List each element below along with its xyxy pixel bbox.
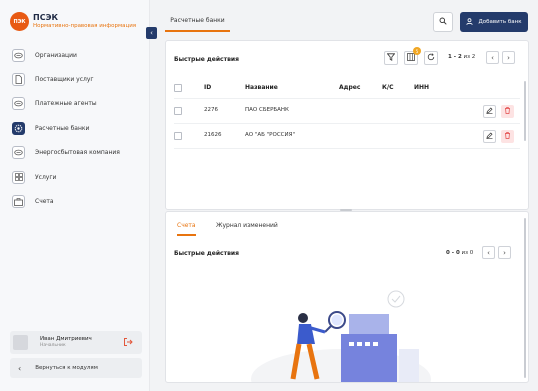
pagination-total: из 2 [463, 54, 476, 60]
avatar [13, 335, 28, 350]
chevron-left-icon: ‹ [18, 363, 22, 373]
pencil-icon [486, 132, 493, 141]
search-button[interactable] [433, 12, 453, 32]
grid-icon [12, 170, 25, 184]
sidebar-item-accounts[interactable]: Счета [10, 189, 142, 213]
row-checkbox[interactable] [174, 107, 182, 115]
edit-button[interactable] [483, 105, 496, 118]
prev-page-button[interactable]: ‹ [482, 246, 495, 259]
sidebar-item-label: Организации [35, 51, 77, 59]
back-to-modules-button[interactable]: ‹ Вернуться к модулям [10, 358, 142, 378]
next-page-button[interactable]: › [502, 51, 515, 64]
sidebar-item-label: Расчетные банки [35, 124, 90, 132]
sidebar-item-settlement-banks[interactable]: Расчетные банки [10, 116, 142, 140]
handshake-icon [12, 48, 25, 62]
sidebar-item-payment-agents[interactable]: Платежные агенты [10, 92, 142, 116]
user-role: Начальник [40, 343, 66, 348]
user-icon [466, 17, 474, 27]
sidebar-item-services[interactable]: Услуги [10, 165, 142, 189]
search-icon [439, 17, 447, 27]
user-card: Иван Дмитриевич Начальник [10, 331, 142, 354]
column-header[interactable]: Название [245, 84, 278, 91]
divider [174, 148, 520, 149]
next-page-button[interactable]: › [498, 246, 511, 259]
tab-settlement-banks[interactable]: Расчетные банки [165, 10, 230, 32]
row-id: 2276 [204, 107, 218, 113]
tab-change-log[interactable]: Журнал изменений [216, 222, 278, 236]
chevron-left-icon: ‹ [487, 248, 490, 257]
trash-icon [504, 107, 511, 116]
pagination-info: 1 - 2 из 2 [448, 54, 475, 60]
scrollbar[interactable] [524, 81, 526, 141]
logout-icon[interactable] [123, 337, 133, 350]
quick-actions-label: Быстрые действия [174, 250, 239, 257]
add-bank-label: Добавить банк [478, 19, 522, 25]
sidebar: ПЭК ПСЭК Нормативно-правовая информация … [0, 0, 150, 391]
sidebar-item-label: Счета [35, 198, 54, 206]
sidebar-item-label: Энергосбытовая компания [35, 149, 120, 157]
row-name: ПАО СБЕРБАНК [245, 107, 289, 113]
row-name: АО "АБ "РОССИЯ" [245, 132, 295, 138]
column-header[interactable]: К/С [382, 84, 394, 91]
add-bank-button[interactable]: Добавить банк [460, 12, 528, 32]
pagination-info: 0 - 0 из 0 [446, 250, 473, 256]
column-header[interactable]: Адрес [339, 84, 360, 91]
filter-icon [386, 53, 396, 63]
pencil-icon [486, 107, 493, 116]
chevron-left-icon: ‹ [491, 53, 494, 62]
gear-icon [12, 121, 25, 135]
chevron-left-icon: ‹ [150, 29, 153, 37]
scrollbar[interactable] [524, 218, 526, 378]
details-panel: Счета Журнал изменений Быстрые действия … [165, 211, 529, 383]
sidebar-item-providers[interactable]: Поставщики услуг [10, 67, 142, 91]
sidebar-item-label: Поставщики услуг [35, 76, 94, 84]
chevron-right-icon: › [503, 248, 506, 257]
table-header: ID Название Адрес К/С ИНН [166, 81, 528, 97]
banks-table-panel: Быстрые действия 5 1 - 2 из 2 ‹ › ID Наз… [165, 40, 529, 210]
filter-button[interactable] [384, 51, 398, 65]
collapse-sidebar-button[interactable]: ‹ [146, 27, 157, 39]
row-id: 21626 [204, 132, 222, 138]
refresh-icon [427, 53, 435, 63]
delete-button[interactable] [501, 105, 514, 118]
back-label: Вернуться к модулям [35, 365, 98, 371]
tab-accounts[interactable]: Счета [177, 222, 196, 236]
edit-button[interactable] [483, 130, 496, 143]
delete-button[interactable] [501, 130, 514, 143]
filter-count-badge: 5 [413, 47, 421, 55]
table-row[interactable]: 21626 АО "АБ "РОССИЯ" [166, 124, 528, 148]
sidebar-nav: Организации Поставщики услуг Платежные а… [10, 43, 142, 214]
sidebar-item-energy-company[interactable]: Энергосбытовая компания [10, 141, 142, 165]
chevron-right-icon: › [507, 53, 510, 62]
columns-icon [407, 53, 415, 63]
handshake-icon [12, 146, 25, 160]
logo: ПЭК [10, 12, 29, 31]
column-header[interactable]: ИНН [414, 84, 429, 91]
pagination-range: 0 - 0 [446, 250, 460, 256]
quick-actions-label: Быстрые действия [174, 56, 239, 63]
document-icon [12, 73, 25, 87]
row-checkbox[interactable] [174, 132, 182, 140]
prev-page-button[interactable]: ‹ [486, 51, 499, 64]
refresh-button[interactable] [424, 51, 438, 65]
column-header[interactable]: ID [204, 84, 211, 91]
sidebar-item-label: Услуги [35, 173, 57, 181]
handshake-icon [12, 97, 25, 111]
sidebar-item-label: Платежные агенты [35, 100, 97, 108]
pagination-range: 1 - 2 [448, 54, 462, 60]
user-name: Иван Дмитриевич [40, 336, 92, 342]
brand[interactable]: ПЭК ПСЭК Нормативно-правовая информация [10, 12, 136, 31]
briefcase-icon [12, 195, 25, 209]
table-row[interactable]: 2276 ПАО СБЕРБАНК [166, 99, 528, 123]
empty-state-illustration [251, 290, 431, 382]
select-all-checkbox[interactable] [174, 84, 182, 92]
sidebar-item-organizations[interactable]: Организации [10, 43, 142, 67]
brand-subtitle: Нормативно-правовая информация [33, 22, 137, 29]
brand-name: ПСЭК [33, 12, 58, 22]
trash-icon [504, 132, 511, 141]
pagination-total: из 0 [461, 250, 474, 256]
